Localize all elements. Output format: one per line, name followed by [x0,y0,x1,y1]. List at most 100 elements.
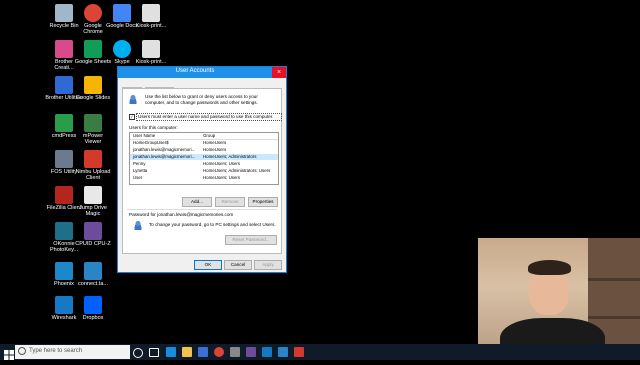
chrome-taskbar-icon[interactable] [214,347,224,357]
app-taskbar-icon[interactable] [294,347,304,357]
user-name-cell: Penny [133,161,146,166]
tab-strip: Users Advanced [122,80,174,95]
cortana-icon[interactable] [133,348,143,358]
edge-icon[interactable] [166,347,176,357]
table-row[interactable]: HomeGroupUser$ HomeUsers [130,140,278,146]
recycle-bin-icon [55,4,73,22]
store-icon[interactable] [198,347,208,357]
phoenix-icon [55,262,73,280]
skype-icon [113,40,131,58]
search-placeholder: Type here to search [29,348,83,354]
password-for-label: Password for jonathan.lewis@magicmemorie… [129,212,234,217]
taskbar: Type here to search [0,344,640,360]
table-row[interactable]: User HomeUsers; Users [130,175,278,181]
users-table[interactable]: User Name Group HomeGroupUser$ HomeUsers… [129,132,279,185]
app-taskbar-icon[interactable] [262,347,272,357]
nimbu-icon [84,150,102,168]
column-group[interactable]: Group [203,133,215,139]
desktop-icon-label: Jump Drive Magic [79,205,107,217]
webcam-overlay [478,238,640,360]
desktop-icon-kiosk-print-1[interactable]: Kiosk-print... [132,4,170,29]
dialog-titlebar[interactable]: User Accounts × [118,67,286,78]
wireshark-icon [55,296,73,314]
desktop-icon-label: Dropbox [82,315,104,321]
desktop-icon-nimbu[interactable]: Nimbu Upload Client [74,150,112,181]
users-icon [128,94,138,104]
desktop-icon-label: Google Slides [75,95,111,101]
chrome-icon [84,4,102,22]
brother-utilities-icon [55,76,73,94]
cancel-button[interactable]: Cancel [224,260,252,270]
desktop-icon-label: Kiosk-print... [135,59,167,65]
search-icon [18,347,26,355]
table-row[interactable]: jonathan.lewis@magicmemori... HomeUsers;… [130,154,278,160]
password-hint: To change your password, go to PC settin… [149,222,276,227]
apply-button[interactable]: Apply [254,260,282,270]
must-enter-checkbox[interactable]: ✓ [129,114,135,120]
dropbox-icon [84,296,102,314]
google-slides-icon [84,76,102,94]
remove-button[interactable]: Remove [215,197,245,207]
shelf-board [588,316,640,319]
table-row[interactable]: Lynetta HomeUsers; Administrators; Users [130,168,278,174]
person-hair [528,260,571,275]
close-button[interactable]: × [272,67,286,78]
column-user-name[interactable]: User Name [133,133,155,139]
group-cell: HomeUsers [203,147,227,152]
mpower-icon [84,114,102,132]
okonnie-icon [55,222,73,240]
app-taskbar-icon[interactable] [246,347,256,357]
divider [127,209,277,210]
table-row[interactable]: jonathan.lewis@magicmemori... HomeUsers [130,147,278,153]
properties-button[interactable]: Properties [248,197,278,207]
cpuz-icon [84,222,102,240]
google-sheets-icon [84,40,102,58]
desktop-icon-connect[interactable]: connect.ta... [74,262,112,287]
dialog-title: User Accounts [175,68,215,74]
table-row[interactable]: Penny HomeUsers; Users [130,161,278,167]
task-view-icon[interactable] [149,348,159,357]
desktop-icon-google-slides[interactable]: Google Slides [74,76,112,101]
fos-utility-icon [55,150,73,168]
group-cell: HomeUsers; Users [203,175,241,180]
group-cell: HomeUsers [203,140,227,145]
app-taskbar-icon[interactable] [278,347,288,357]
desktop-icon-label: CPUID CPU-Z [75,241,111,247]
users-label: Users for this computer: [129,125,178,130]
shelf-board [588,278,640,281]
file-explorer-icon[interactable] [182,347,192,357]
jump-drive-icon [84,186,102,204]
app-taskbar-icon[interactable] [230,347,240,357]
reset-password-button[interactable]: Reset Password... [225,235,277,245]
table-header: User Name Group [130,133,278,140]
desktop-icon-kiosk-print-2[interactable]: Kiosk-print... [132,40,170,65]
desktop-icon-label: Nimbu Upload Client [75,169,111,181]
cmdpress-icon [55,114,73,132]
user-name-cell: HomeGroupUser$ [133,140,169,145]
add-button[interactable]: Add... [182,197,212,207]
desktop-icon-cpuz[interactable]: CPUID CPU-Z [74,222,112,247]
search-box[interactable]: Type here to search [15,345,130,359]
desktop-icon-mpower[interactable]: mPower Viewer [74,114,112,145]
filezilla-icon [55,186,73,204]
desktop-icon-dropbox[interactable]: Dropbox [74,296,112,321]
ok-button[interactable]: OK [194,260,222,270]
desktop-icon-label: connect.ta... [78,281,108,287]
document-icon [142,40,160,58]
brother-creative-icon [55,40,73,58]
connect-icon [84,262,102,280]
group-cell: HomeUsers; Administrators [203,154,257,159]
desktop-icon-label: mPower Viewer [82,133,104,145]
user-name-cell: jonathan.lewis@magicmemori... [133,154,196,159]
intro-text: Use the list below to grant or deny user… [145,94,258,105]
must-enter-label[interactable]: Users must enter a user name and passwor… [136,113,282,121]
desktop-icon-label: Kiosk-print... [135,23,167,29]
start-button[interactable] [4,347,14,360]
user-name-cell: User [133,175,143,180]
document-icon [142,4,160,22]
group-cell: HomeUsers; Administrators; Users [203,168,271,173]
desktop-icon-jump-drive[interactable]: Jump Drive Magic [74,186,112,217]
password-user-icon [133,220,143,230]
group-cell: HomeUsers; Users [203,161,241,166]
google-docs-icon [113,4,131,22]
